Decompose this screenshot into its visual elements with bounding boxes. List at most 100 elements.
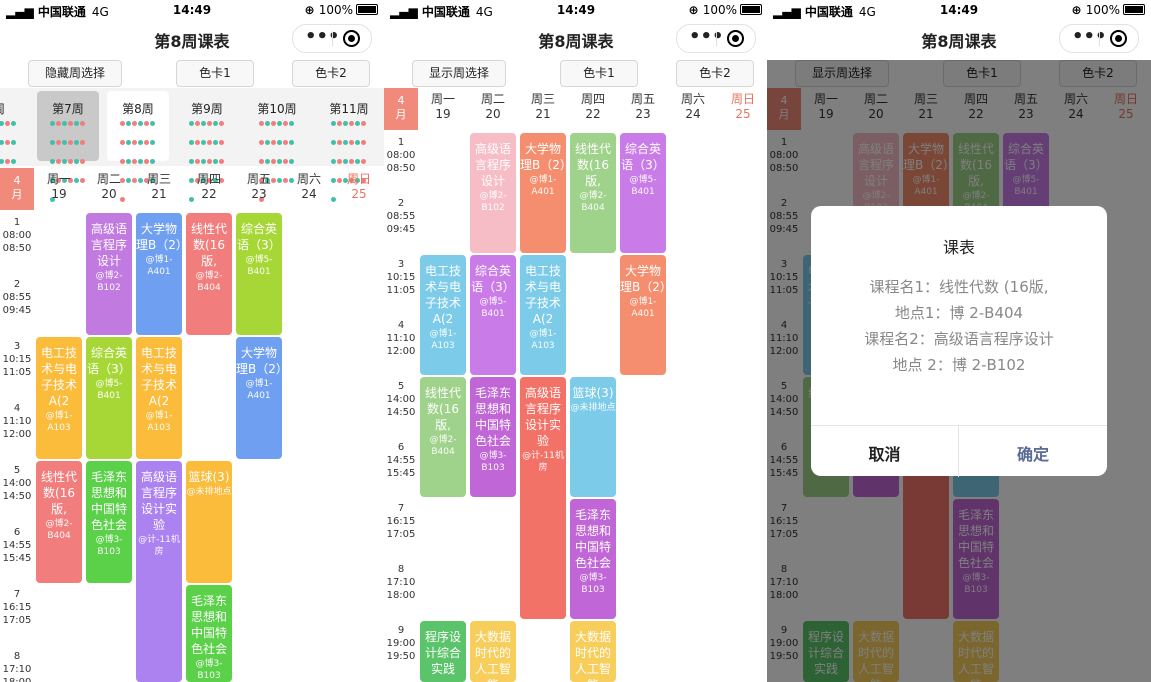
- course-card[interactable]: 高级语言程序设计实验 @计-11机房: [520, 377, 566, 619]
- week-preview-dot: [289, 140, 294, 145]
- course-card[interactable]: 毛泽东思想和中国特色社会 @博3-B103: [86, 461, 132, 583]
- slot-end: 14:50: [2, 491, 32, 502]
- week-preview-dot: [5, 159, 10, 164]
- course-card[interactable]: 线性代数(16版, @博2-B404: [420, 377, 466, 497]
- course-card[interactable]: 高级语言程序设计 @博2-B102: [470, 133, 516, 253]
- cancel-button[interactable]: 取消: [811, 441, 958, 465]
- mini-program-capsule[interactable]: •••: [1059, 24, 1139, 53]
- course-card[interactable]: 高级语言程序设计 @博2-B102: [86, 213, 132, 335]
- week-preview-dot: [50, 140, 55, 145]
- week-preview-dot: [150, 159, 155, 164]
- course-location: @博1-A103: [529, 329, 557, 351]
- more-icon[interactable]: •••: [689, 27, 724, 47]
- course-card[interactable]: 大学物理B（2） @博1-A401: [136, 213, 182, 335]
- week-preview-dot: [195, 140, 200, 145]
- course-card[interactable]: 电工技术与电子技术A(2 @博1-A103: [420, 255, 466, 375]
- week-option[interactable]: 第11周: [318, 91, 380, 202]
- time-slot: 2 08:55 09:45: [0, 278, 34, 317]
- day-date: 25: [351, 187, 367, 201]
- course-card[interactable]: 大数据时代的人工智能: [470, 621, 516, 682]
- week-preview-dot: [277, 121, 282, 126]
- week-option[interactable]: 第7周: [37, 91, 99, 202]
- month-indicator: 4月: [0, 168, 34, 210]
- close-target-icon[interactable]: [1110, 30, 1127, 47]
- week-preview-dot: [355, 159, 360, 164]
- day-header: 周三21: [134, 172, 184, 212]
- course-card[interactable]: 电工技术与电子技术A(2 @博1-A103: [520, 255, 566, 375]
- course-card[interactable]: 综合英语（3） @博5-B401: [470, 255, 516, 375]
- course-name: 高级语言程序设计: [474, 142, 511, 188]
- course-card[interactable]: 综合英语（3） @博5-B401: [236, 213, 282, 335]
- mini-program-capsule[interactable]: •••: [292, 24, 372, 53]
- confirm-button[interactable]: 确定: [959, 441, 1107, 465]
- week-option[interactable]: 第10周: [246, 91, 308, 202]
- week-preview-dot: [201, 121, 206, 126]
- course-card[interactable]: 电工技术与电子技术A(2 @博1-A103: [36, 337, 82, 459]
- course-name: 电工技术与电子技术A(2: [424, 264, 461, 326]
- course-name: 线性代数(16版,: [40, 470, 77, 516]
- course-card[interactable]: 综合英语（3） @博5-B401: [620, 133, 666, 253]
- course-card[interactable]: 线性代数(16版, @博2-B404: [36, 461, 82, 583]
- more-icon[interactable]: •••: [305, 27, 340, 47]
- slot-number: 7: [397, 503, 405, 514]
- course-card[interactable]: 电工技术与电子技术A(2 @博1-A103: [136, 337, 182, 459]
- week-option[interactable]: 周: [0, 91, 30, 183]
- color-card-1-button[interactable]: 色卡1: [176, 60, 254, 87]
- color-card-2-button[interactable]: 色卡2: [676, 60, 754, 87]
- capsule-divider: [332, 31, 333, 46]
- course-card[interactable]: 篮球(3) @未排地点: [570, 377, 616, 497]
- close-target-icon[interactable]: [343, 30, 360, 47]
- mini-program-capsule[interactable]: •••: [676, 24, 756, 53]
- close-target-icon[interactable]: [727, 30, 744, 47]
- color-card-2-button[interactable]: 色卡2: [292, 60, 370, 87]
- course-card[interactable]: 线性代数(16版, @博2-B404: [186, 213, 232, 335]
- week-preview-dot: [207, 140, 212, 145]
- course-card[interactable]: 程序设计综合实践: [420, 621, 466, 682]
- week-preview-dot: [68, 140, 73, 145]
- week-option[interactable]: 第9周: [176, 91, 238, 202]
- time-slot: 1 08:00 08:50: [384, 136, 418, 175]
- battery-icon: [1123, 4, 1145, 15]
- course-card[interactable]: 毛泽东思想和中国特色社会 @博3-B103: [570, 499, 616, 619]
- hide-week-button[interactable]: 隐藏周选择: [28, 60, 122, 87]
- day-header: 周六24: [284, 172, 334, 212]
- course-name: 篮球(3): [188, 470, 230, 484]
- course-card[interactable]: 大学物理B（2） @博1-A401: [520, 133, 566, 253]
- course-card[interactable]: 综合英语（3） @博5-B401: [86, 337, 132, 459]
- week-preview-dot: [150, 140, 155, 145]
- time-slot: 5 14:00 14:50: [384, 380, 418, 419]
- course-card[interactable]: 毛泽东思想和中国特色社会 @博3-B103: [470, 377, 516, 497]
- slot-start: 08:55: [2, 292, 32, 303]
- week-preview-dot: [74, 140, 79, 145]
- day-header: 周五23: [618, 92, 668, 132]
- day-name: 周五: [246, 172, 271, 186]
- course-card[interactable]: 大学物理B（2） @博1-A401: [620, 255, 666, 375]
- week-preview-dot: [5, 121, 10, 126]
- week-preview-dot: [355, 140, 360, 145]
- week-preview-dot: [219, 121, 224, 126]
- time-slot: 2 08:55 09:45: [384, 197, 418, 236]
- course-card[interactable]: 毛泽东思想和中国特色社会 @博3-B103: [186, 585, 232, 682]
- week-preview-dot: [265, 140, 270, 145]
- battery-icon: [740, 4, 762, 15]
- course-card[interactable]: 高级语言程序设计实验 @计-11机房: [136, 461, 182, 682]
- battery-info: ⊕ 100%: [1071, 3, 1145, 17]
- course-card[interactable]: 线性代数(16版, @博2-B404: [570, 133, 616, 253]
- slot-end: 17:05: [2, 615, 32, 626]
- more-icon[interactable]: •••: [1072, 27, 1107, 47]
- week-preview-dot: [207, 159, 212, 164]
- course-card[interactable]: 篮球(3) @未排地点: [186, 461, 232, 583]
- week-preview-dot: [259, 140, 264, 145]
- color-card-1-button[interactable]: 色卡1: [560, 60, 638, 87]
- show-week-button[interactable]: 显示周选择: [412, 60, 506, 87]
- week-preview-dot: [289, 121, 294, 126]
- week-preview-dot: [207, 121, 212, 126]
- week-preview-dot: [195, 159, 200, 164]
- week-option[interactable]: 第8周: [107, 91, 169, 202]
- week-preview-dot: [68, 121, 73, 126]
- week-preview-dot: [337, 140, 342, 145]
- week-preview-dot: [201, 140, 206, 145]
- course-card[interactable]: 大学物理B（2） @博1-A401: [236, 337, 282, 459]
- course-card[interactable]: 大数据时代的人工智能: [570, 621, 616, 682]
- capsule-divider: [1099, 31, 1100, 46]
